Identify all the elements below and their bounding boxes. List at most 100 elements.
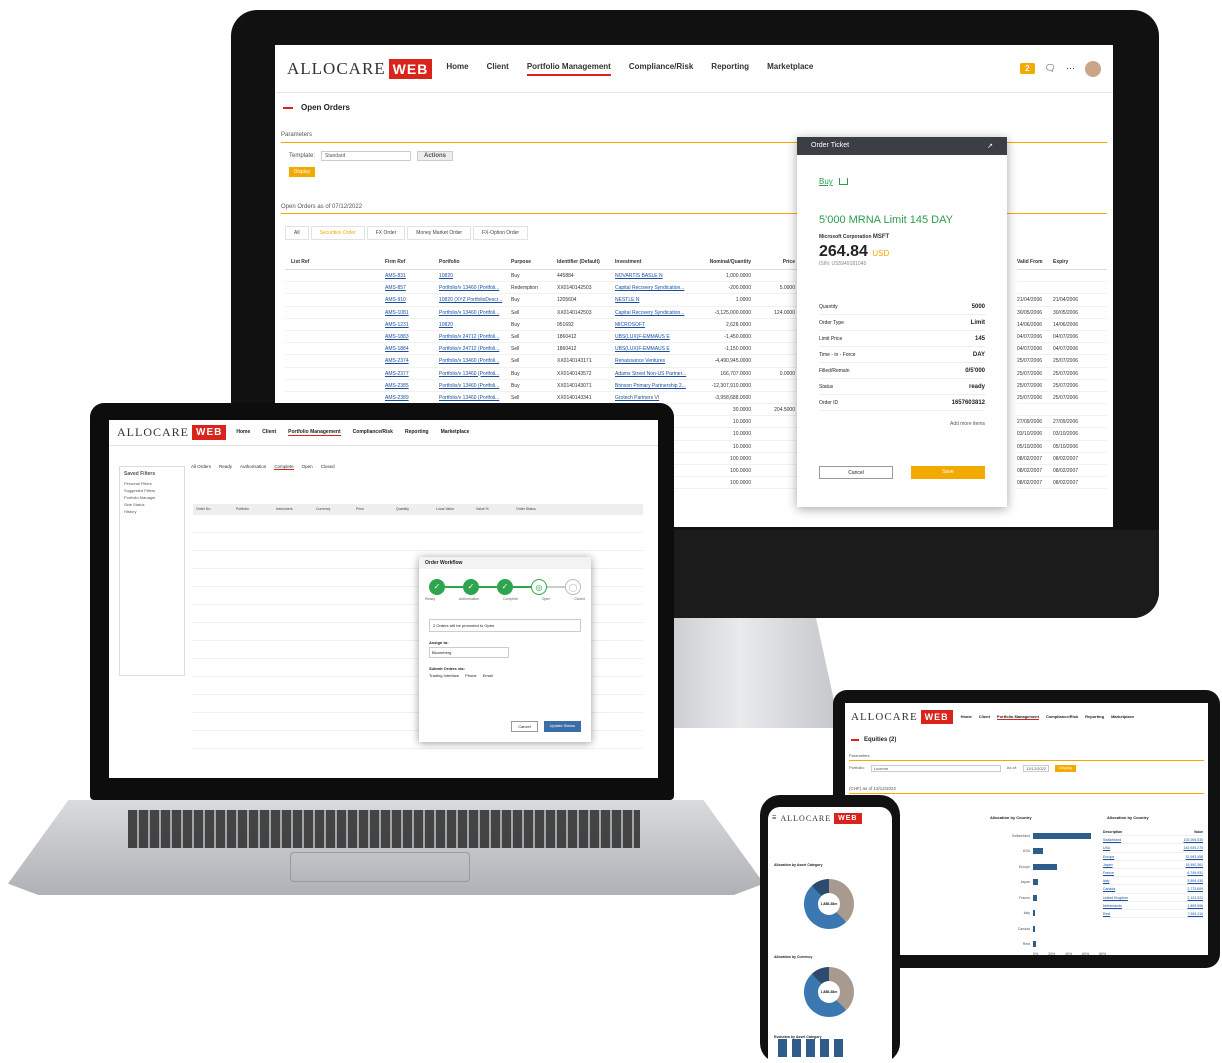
nav-portfolio-management[interactable]: Portfolio Management bbox=[526, 62, 611, 76]
column-header[interactable]: Order Status bbox=[513, 504, 553, 515]
tab-open[interactable]: Open bbox=[302, 464, 313, 470]
tab-securities-order[interactable]: Securities Order bbox=[310, 226, 365, 240]
table-row[interactable]: AMS-2374 Portfolio/v 13460 (Portfoli... Se… bbox=[285, 355, 805, 368]
filter-group[interactable]: Suggested Filters bbox=[124, 488, 180, 493]
table-cell[interactable]: AMS-1231 bbox=[385, 319, 439, 330]
table-row[interactable]: 25/07/2006 25/07/2006 bbox=[1017, 392, 1107, 405]
table-cell[interactable]: NOVARTIS BASLE N bbox=[615, 270, 695, 281]
asof-date-input[interactable]: 13/12/2022 bbox=[1023, 765, 1050, 772]
portfolio-select[interactable]: Lucerne bbox=[870, 765, 1001, 772]
table-row[interactable] bbox=[193, 533, 643, 551]
table-cell[interactable]: AMS-2377 bbox=[385, 368, 439, 379]
table-row[interactable]: Japan 19,490,361 bbox=[1103, 861, 1203, 869]
nav-compliance-risk[interactable]: Compliance/Risk bbox=[1046, 714, 1078, 720]
table-row[interactable] bbox=[1017, 404, 1107, 417]
table-row[interactable]: 08/02/2007 08/02/2007 bbox=[1017, 465, 1107, 478]
filter-group[interactable]: Personal Filters bbox=[124, 481, 180, 486]
table-cell[interactable]: Portfolio/v 24712 (Portfoli... bbox=[439, 331, 511, 342]
table-cell[interactable]: MICROSOFT bbox=[615, 319, 695, 330]
country-name[interactable]: France bbox=[1103, 869, 1114, 876]
col-portfolio[interactable]: Portfolio bbox=[439, 259, 511, 265]
table-row[interactable]: 04/07/2006 04/07/2006 bbox=[1017, 343, 1107, 356]
table-cell[interactable]: 10820 (XYZ PortfolioDescr... bbox=[439, 294, 511, 305]
tab-money-market-order[interactable]: Money Market Order bbox=[407, 226, 472, 240]
table-cell[interactable]: Portfolio/v 13460 (Portfoli... bbox=[439, 380, 511, 391]
column-header[interactable]: Portfolio bbox=[233, 504, 273, 515]
allocare-logo[interactable]: ALLOCARE WEB bbox=[287, 58, 433, 79]
nav-compliance-risk[interactable]: Compliance/Risk bbox=[353, 429, 393, 436]
tab-closed[interactable]: Closed bbox=[321, 464, 335, 470]
table-cell[interactable]: Capital Recovery Syndication... bbox=[615, 307, 695, 318]
chat-icon[interactable]: 🗨 bbox=[1045, 63, 1056, 74]
col-price[interactable]: Price bbox=[755, 259, 795, 265]
nav-compliance-risk[interactable]: Compliance/Risk bbox=[629, 62, 693, 76]
column-header[interactable]: Local Value bbox=[433, 504, 473, 515]
country-value[interactable]: 2,773,609 bbox=[1187, 885, 1203, 892]
table-cell[interactable]: Portfolio/v 13460 (Portfoli... bbox=[439, 368, 511, 379]
table-row[interactable]: United Kingdom 2,124,322 bbox=[1103, 894, 1203, 902]
country-name[interactable]: Netherlands bbox=[1103, 902, 1122, 909]
table-row[interactable]: USA 140,939,270 bbox=[1103, 844, 1203, 853]
nav-client[interactable]: Client bbox=[979, 714, 990, 720]
table-cell[interactable]: Capital Recovery Syndication... bbox=[615, 282, 695, 293]
nav-client[interactable]: Client bbox=[262, 429, 276, 436]
nav-reporting[interactable]: Reporting bbox=[1085, 714, 1104, 720]
expand-icon[interactable]: ↗ bbox=[987, 142, 993, 150]
table-cell[interactable]: UBS(LUX)F-EMMAUS E bbox=[615, 343, 695, 354]
country-value[interactable]: 1,899,595 bbox=[1187, 902, 1203, 909]
table-row[interactable]: Switzerland 102,005,034 bbox=[1103, 836, 1203, 845]
table-row[interactable]: 08/02/2007 08/02/2007 bbox=[1017, 477, 1107, 490]
table-row[interactable]: France 6,749,931 bbox=[1103, 869, 1203, 878]
column-header[interactable]: Value % bbox=[473, 504, 513, 515]
table-cell[interactable]: Brinson Primary Partnership 2... bbox=[615, 380, 695, 391]
table-row[interactable]: AMS-857 Portfolio/v 13460 (Portfoli... Red… bbox=[285, 282, 805, 295]
table-row[interactable]: AMS-2377 Portfolio/v 13460 (Portfoli... Bu… bbox=[285, 368, 805, 380]
table-cell[interactable]: UBS(LUX)F-EMMAUS E bbox=[615, 331, 695, 342]
nav-reporting[interactable]: Reporting bbox=[405, 429, 429, 436]
nav-marketplace[interactable]: Marketplace bbox=[767, 62, 813, 76]
table-cell[interactable]: Grotech Partners VI bbox=[615, 392, 695, 403]
allocare-logo-laptop[interactable]: ALLOCARE WEB bbox=[117, 425, 227, 440]
country-name[interactable]: USA bbox=[1103, 844, 1110, 851]
avatar[interactable] bbox=[1085, 60, 1101, 77]
table-cell[interactable]: AMS-831 bbox=[385, 270, 439, 281]
allocare-logo-phone[interactable]: ALLOCARE WEB bbox=[780, 812, 862, 824]
country-name[interactable]: Italy bbox=[1103, 877, 1109, 884]
country-name[interactable]: Canada bbox=[1103, 885, 1115, 892]
table-row[interactable]: 27/09/2006 27/09/2006 bbox=[1017, 416, 1107, 429]
radio-phone[interactable]: Phone bbox=[465, 673, 477, 678]
col-investment[interactable]: Investment bbox=[615, 259, 695, 265]
table-row[interactable]: AMS-2385 Portfolio/v 13460 (Portfoli... Bu… bbox=[285, 380, 805, 392]
table-row[interactable]: 25/07/2006 25/07/2006 bbox=[1017, 380, 1107, 392]
table-row[interactable] bbox=[1017, 270, 1107, 283]
update-status-button[interactable]: Update Status bbox=[543, 721, 581, 732]
nav-portfolio-management[interactable]: Portfolio Management bbox=[996, 714, 1039, 720]
col-list-ref[interactable]: List Ref bbox=[285, 259, 385, 265]
col-firm-ref[interactable]: Firm Ref bbox=[385, 259, 439, 265]
table-cell[interactable]: AMS-910 bbox=[385, 294, 439, 305]
tab-complete[interactable]: Complete bbox=[274, 464, 294, 470]
promote-note[interactable]: 2 Orders will be promoted to Open. bbox=[429, 619, 581, 632]
buy-action[interactable]: Buy bbox=[819, 177, 985, 186]
tab-authorisation[interactable]: Authorisation bbox=[240, 464, 266, 470]
tab-all[interactable]: All bbox=[285, 226, 309, 240]
tab-all-orders[interactable]: All Orders bbox=[191, 464, 211, 470]
allocare-logo-tablet[interactable]: ALLOCARE WEB bbox=[851, 710, 953, 724]
table-row[interactable]: 05/10/2006 05/10/2006 bbox=[1017, 441, 1107, 453]
table-cell[interactable]: Portfolio/v 13460 (Portfoli... bbox=[439, 355, 511, 366]
nav-marketplace[interactable]: Marketplace bbox=[441, 429, 470, 436]
nav-client[interactable]: Client bbox=[487, 62, 509, 76]
tab-fx-option-order[interactable]: FX-Option Order bbox=[473, 226, 529, 240]
radio-email[interactable]: Email bbox=[483, 673, 493, 678]
table-row[interactable]: Italy 3,509,430 bbox=[1103, 877, 1203, 886]
column-header[interactable]: Price bbox=[353, 504, 393, 515]
table-row[interactable]: AMS-1231 10820 Buy 951692 MICROSOFT 2,628.000… bbox=[285, 319, 805, 331]
col-nominal[interactable]: Nominal/Quantity bbox=[695, 259, 755, 265]
table-cell[interactable]: Portfolio/v 13460 (Portfoli... bbox=[439, 307, 511, 318]
table-cell[interactable]: Portfolio/v 13460 (Portfoli... bbox=[439, 282, 511, 293]
table-row[interactable]: 04/07/2006 04/07/2006 bbox=[1017, 331, 1107, 344]
table-row[interactable]: AMS-1883 Portfolio/v 24712 (Portfoli... Se… bbox=[285, 331, 805, 344]
table-cell[interactable]: AMS-1883 bbox=[385, 331, 439, 342]
nav-portfolio-management[interactable]: Portfolio Management bbox=[288, 429, 341, 436]
table-cell[interactable]: 10820 bbox=[439, 319, 511, 330]
